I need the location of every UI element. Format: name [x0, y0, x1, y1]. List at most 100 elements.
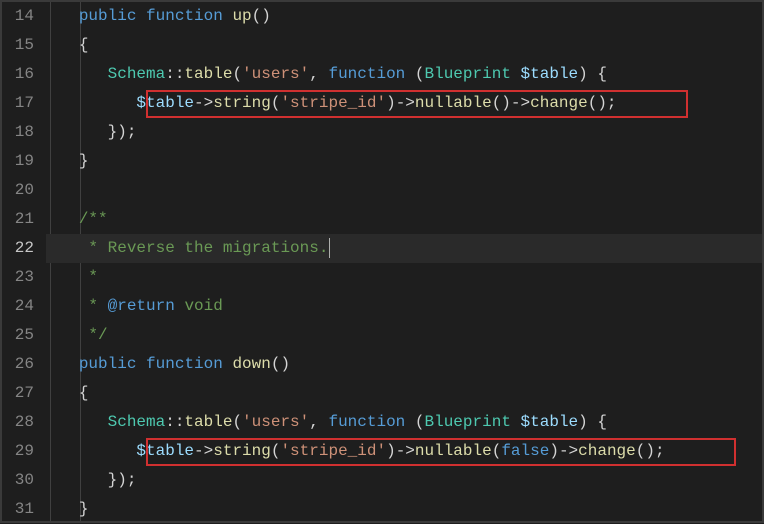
code-line[interactable]: /** [46, 205, 762, 234]
boolean: false [501, 442, 549, 460]
code-line[interactable]: public function down() [46, 350, 762, 379]
function-name: nullable [415, 442, 492, 460]
code-line[interactable]: } [46, 147, 762, 176]
code-line[interactable]: }); [46, 118, 762, 147]
keyword: public [79, 7, 137, 25]
operator: -> [396, 94, 415, 112]
code-line[interactable]: $table->string('stripe_id')->nullable()-… [46, 89, 762, 118]
punctuation: , [309, 413, 328, 431]
code-line[interactable]: * Reverse the migrations. [46, 234, 762, 263]
punctuation: ) [386, 442, 396, 460]
keyword: function [146, 355, 223, 373]
line-number: 29 [2, 437, 34, 466]
punctuation: ( [271, 94, 281, 112]
punctuation: (); [588, 94, 617, 112]
phpdoc-tag: @return [108, 297, 175, 315]
line-number: 19 [2, 147, 34, 176]
function-name: string [213, 94, 271, 112]
operator: -> [194, 442, 213, 460]
string: 'users' [242, 65, 309, 83]
code-line[interactable]: */ [46, 321, 762, 350]
class-name: Blueprint [425, 413, 511, 431]
line-number: 17 [2, 89, 34, 118]
line-number: 14 [2, 2, 34, 31]
variable: $table [136, 94, 194, 112]
function-name: table [184, 413, 232, 431]
function-name: down [232, 355, 270, 373]
code-line[interactable] [46, 176, 762, 205]
punctuation: ( [415, 413, 425, 431]
code-line[interactable]: { [46, 379, 762, 408]
line-number: 23 [2, 263, 34, 292]
keyword: function [146, 7, 223, 25]
code-line[interactable]: Schema::table('users', function (Bluepri… [46, 408, 762, 437]
operator: -> [559, 442, 578, 460]
function-name: change [530, 94, 588, 112]
line-number: 30 [2, 466, 34, 495]
line-number: 24 [2, 292, 34, 321]
comment: void [175, 297, 223, 315]
line-number: 31 [2, 495, 34, 524]
operator: -> [396, 442, 415, 460]
code-line[interactable]: } [46, 495, 762, 524]
keyword: public [79, 355, 137, 373]
code-line[interactable]: }); [46, 466, 762, 495]
punctuation: ) [386, 94, 396, 112]
line-number: 15 [2, 31, 34, 60]
code-line[interactable]: { [46, 31, 762, 60]
function-name: change [578, 442, 636, 460]
code-line[interactable]: public function up() [46, 2, 762, 31]
variable: $table [521, 65, 579, 83]
string: 'users' [242, 413, 309, 431]
punctuation: } [79, 152, 89, 170]
function-name: nullable [415, 94, 492, 112]
punctuation: }); [108, 471, 137, 489]
punctuation: } [79, 500, 89, 518]
punctuation: ( [232, 65, 242, 83]
comment: * Reverse the migrations. [79, 239, 329, 257]
line-number: 27 [2, 379, 34, 408]
punctuation: ) { [578, 65, 607, 83]
line-number: 25 [2, 321, 34, 350]
comment: * [79, 297, 108, 315]
variable: $table [521, 413, 579, 431]
punctuation: ( [271, 442, 281, 460]
function-name: string [213, 442, 271, 460]
punctuation: () [492, 94, 511, 112]
punctuation: ( [232, 413, 242, 431]
operator: -> [511, 94, 530, 112]
line-number: 18 [2, 118, 34, 147]
code-line[interactable]: * [46, 263, 762, 292]
class-name: Schema [108, 413, 166, 431]
punctuation: ) { [578, 413, 607, 431]
line-number: 16 [2, 60, 34, 89]
punctuation: { [79, 36, 89, 54]
punctuation: () [252, 7, 271, 25]
punctuation: , [309, 65, 328, 83]
code-line[interactable]: Schema::table('users', function (Bluepri… [46, 60, 762, 89]
class-name: Blueprint [425, 65, 511, 83]
code-line[interactable]: * @return void [46, 292, 762, 321]
line-number: 28 [2, 408, 34, 437]
code-line[interactable]: $table->string('stripe_id')->nullable(fa… [46, 437, 762, 466]
line-number: 26 [2, 350, 34, 379]
punctuation: (); [636, 442, 665, 460]
keyword: function [328, 413, 405, 431]
punctuation: }); [108, 123, 137, 141]
variable: $table [136, 442, 194, 460]
comment: /** [79, 210, 108, 228]
code-content[interactable]: public function up() { Schema::table('us… [46, 2, 762, 521]
class-name: Schema [108, 65, 166, 83]
line-number: 20 [2, 176, 34, 205]
punctuation: :: [165, 65, 184, 83]
punctuation: ) [549, 442, 559, 460]
punctuation: :: [165, 413, 184, 431]
punctuation: ( [492, 442, 502, 460]
string: 'stripe_id' [280, 94, 386, 112]
line-number: 21 [2, 205, 34, 234]
code-editor[interactable]: 14 15 16 17 18 19 20 21 22 23 24 25 26 2… [2, 2, 762, 521]
punctuation: () [271, 355, 290, 373]
comment: * [79, 268, 98, 286]
comment: */ [79, 326, 108, 344]
punctuation: ( [415, 65, 425, 83]
